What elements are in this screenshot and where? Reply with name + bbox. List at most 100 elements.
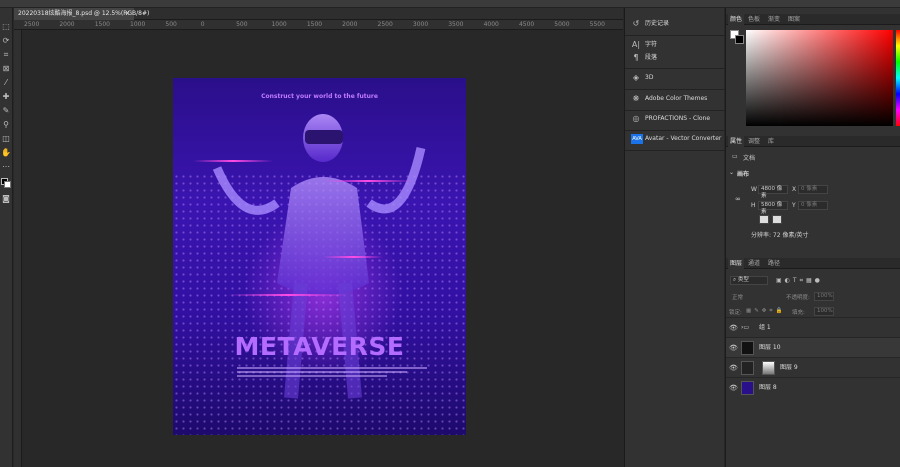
- eyedropper-tool-icon[interactable]: ⁄: [1, 78, 11, 88]
- ruler-tick-label: 500: [165, 21, 177, 28]
- eye-icon[interactable]: 👁: [729, 344, 738, 352]
- fill-label: 填充:: [792, 310, 805, 316]
- ruler-tick-label: 3500: [448, 21, 464, 28]
- tab-gradients[interactable]: 渐变: [766, 14, 782, 25]
- eye-icon[interactable]: 👁: [729, 364, 738, 372]
- chevron-down-icon[interactable]: ⌄: [729, 169, 734, 176]
- profactions-icon: ◎: [632, 114, 640, 123]
- color-picker-field[interactable]: [746, 30, 893, 126]
- landscape-orientation-button[interactable]: [772, 215, 782, 224]
- panel-paragraph[interactable]: ¶ 段落: [627, 50, 723, 66]
- height-label: H: [751, 202, 756, 209]
- crop-tool-icon[interactable]: ⌗: [1, 50, 11, 60]
- tab-patterns[interactable]: 图案: [786, 14, 802, 25]
- layer-filter-select[interactable]: ⌕ 类型: [730, 276, 768, 285]
- x-field[interactable]: 0 像素: [798, 185, 828, 194]
- hand-tool-icon[interactable]: ✋: [1, 148, 11, 158]
- background-color-swatch[interactable]: [735, 35, 744, 44]
- ruler-tick-label: 4000: [483, 21, 499, 28]
- body-text-line: [237, 375, 387, 377]
- more-tools-icon[interactable]: ⋯: [1, 162, 11, 172]
- tab-layers[interactable]: 图层: [728, 258, 745, 269]
- opacity-field[interactable]: 100%: [814, 292, 834, 301]
- tab-libraries[interactable]: 库: [766, 136, 776, 147]
- lasso-tool-icon[interactable]: ⟳: [1, 36, 11, 46]
- tab-color[interactable]: 颜色: [728, 14, 745, 25]
- ruler-tick-label: 0: [200, 21, 205, 28]
- properties-doc-label: 文档: [743, 155, 756, 162]
- panel-dock-collapsed: ↺ 历史记录 A| 字符 ¶ 段落 ◈ 3D ❋ Adobe Color Themes ◎…: [624, 8, 725, 467]
- tab-properties[interactable]: 属性: [728, 136, 745, 147]
- lock-label: 锁定:: [729, 310, 742, 316]
- layer-name: 图层 10: [759, 344, 781, 351]
- stamp-tool-icon[interactable]: ⚲: [1, 120, 11, 130]
- link-dimensions-icon[interactable]: ∞: [735, 195, 741, 203]
- fill-field[interactable]: 100%: [814, 307, 834, 316]
- brush-tool-icon[interactable]: ✎: [1, 106, 11, 116]
- eye-icon[interactable]: 👁: [729, 324, 738, 332]
- ruler-tick-label: 2000: [342, 21, 358, 28]
- body-text-line: [237, 371, 407, 373]
- resolution-text: 分辨率: 72 像素/英寸: [751, 232, 809, 239]
- lock-icons[interactable]: ▦✎✥⌗🔒: [746, 308, 785, 315]
- foreground-background-icon[interactable]: [1, 178, 11, 188]
- width-field[interactable]: 4800 像素: [758, 185, 788, 199]
- quick-mask-icon[interactable]: ◙: [1, 194, 11, 204]
- marquee-tool-icon[interactable]: ⬚: [1, 22, 11, 32]
- ruler-tick-label: 3000: [412, 21, 429, 28]
- panel-3d[interactable]: ◈ 3D: [627, 70, 723, 86]
- eraser-tool-icon[interactable]: ◫: [1, 134, 11, 144]
- y-field[interactable]: 0 像素: [798, 201, 828, 210]
- ruler-tick-label: 500: [236, 21, 248, 28]
- ruler-tick-label: 1500: [306, 21, 323, 28]
- glitch-stroke: [323, 256, 383, 258]
- panel-profactions[interactable]: ◎ PROFACTIONS - Clone: [627, 111, 723, 127]
- ruler-tick-label: 1000: [130, 21, 146, 28]
- layer-row[interactable]: 👁 图层 8: [726, 377, 900, 397]
- poster-tagline: Construct your world to the future: [261, 93, 378, 100]
- tab-channels[interactable]: 通道: [746, 258, 762, 269]
- ruler-tick-label: 4500: [518, 21, 535, 28]
- glitch-stroke: [228, 294, 348, 296]
- glitch-stroke: [193, 160, 273, 162]
- search-icon: ⌕: [733, 277, 737, 283]
- layers-panel-tabs: 图层 通道 路径: [726, 258, 900, 269]
- tab-paths[interactable]: 路径: [766, 258, 782, 269]
- frame-tool-icon[interactable]: ⊠: [1, 64, 11, 74]
- poster-headline: METAVERSE: [234, 332, 405, 361]
- panel-avatar[interactable]: AVA Avatar - Vector Converter: [627, 131, 723, 147]
- document-tab-bar: 20220318炫酷海报_8.psd @ 12.5%(RGB/8#) ×: [14, 8, 623, 20]
- eye-icon[interactable]: 👁: [729, 384, 738, 392]
- ruler-tick-label: 1000: [271, 21, 287, 28]
- toolbar: ⬚ ⟳ ⌗ ⊠ ⁄ ✚ ✎ ⚲ ◫ ✋ ⋯ ◙: [0, 8, 13, 467]
- height-field[interactable]: 5800 像素: [758, 201, 788, 215]
- canvas-section-label: 画布: [737, 171, 750, 178]
- layer-thumbnail: [741, 361, 754, 375]
- healing-tool-icon[interactable]: ✚: [1, 92, 11, 102]
- color-panel-tabs: 颜色 色板 渐变 图案: [726, 14, 900, 25]
- character-icon: A|: [631, 40, 641, 49]
- artboard[interactable]: Construct your world to the future METAV…: [173, 78, 466, 435]
- panel-history[interactable]: ↺ 历史记录: [627, 16, 723, 32]
- ruler-horizontal: 2500 2000 1500 1000 500 0 500 1000 1500 2000 2500 3…: [14, 20, 623, 30]
- tab-swatches[interactable]: 色板: [746, 14, 762, 25]
- document-tab[interactable]: 20220318炫酷海报_8.psd @ 12.5%(RGB/8#) ×: [14, 8, 149, 20]
- width-label: W: [751, 186, 757, 193]
- panel-adobe-color[interactable]: ❋ Adobe Color Themes: [627, 91, 723, 107]
- layer-filter-icons[interactable]: ▣◐T⌗▦●: [776, 277, 823, 285]
- close-icon[interactable]: ×: [125, 8, 130, 20]
- portrait-orientation-button[interactable]: [759, 215, 769, 224]
- foreground-background-swatch[interactable]: [730, 30, 744, 44]
- body-text-line: [237, 367, 427, 369]
- layer-row[interactable]: 👁 ›▭ 组 1: [726, 317, 900, 337]
- paragraph-icon: ¶: [633, 53, 639, 62]
- ruler-tick-label: 2500: [377, 21, 393, 28]
- x-label: X: [792, 186, 797, 193]
- layer-row[interactable]: 👁 图层 10: [726, 337, 900, 357]
- adobe-color-icon: ❋: [632, 94, 640, 103]
- hue-slider[interactable]: [896, 30, 900, 126]
- layer-name: 图层 9: [780, 364, 798, 371]
- layer-row[interactable]: 👁 图层 9: [726, 357, 900, 377]
- blend-mode-select[interactable]: 正常: [732, 293, 743, 301]
- tab-adjustments[interactable]: 调整: [746, 136, 762, 147]
